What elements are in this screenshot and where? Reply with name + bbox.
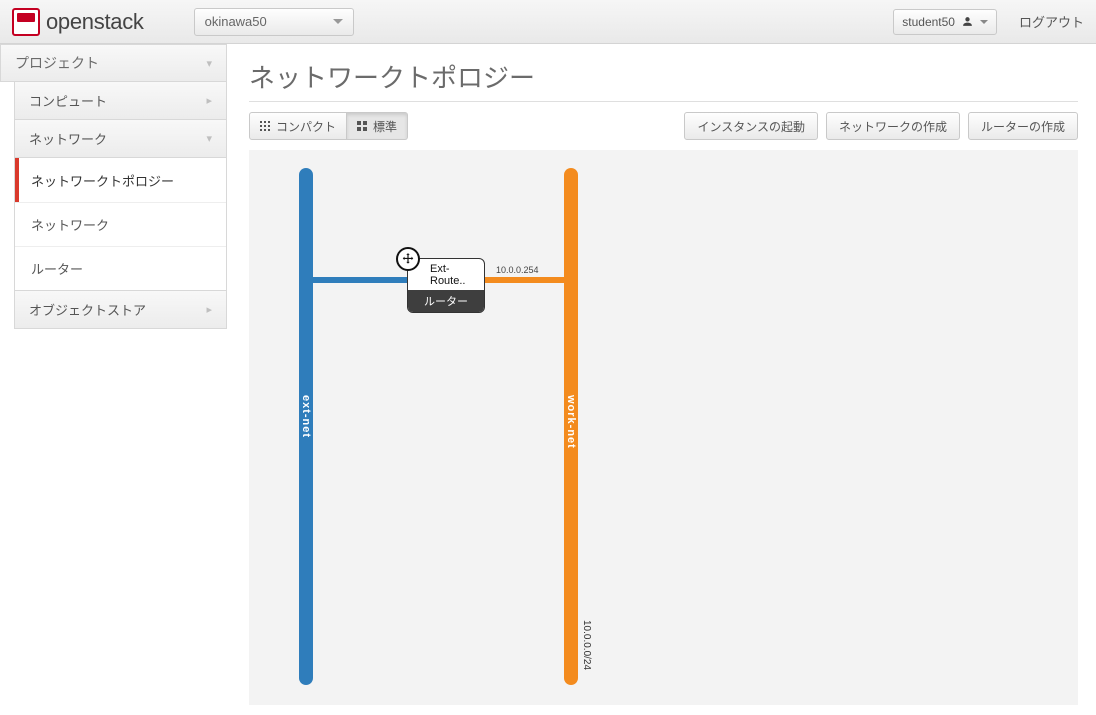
page-title: ネットワークトポロジー [249, 58, 1078, 95]
button-label: インスタンスの起動 [697, 118, 805, 135]
view-mode-toggle: コンパクト 標準 [249, 112, 408, 140]
network-label-work-net: work-net [565, 395, 577, 449]
sidebar-group-label: ネットワーク [29, 129, 107, 148]
grid-large-icon [357, 121, 367, 131]
sidebar-item-routers[interactable]: ルーター [15, 246, 226, 290]
openstack-logo-icon [12, 8, 40, 36]
view-compact-button[interactable]: コンパクト [249, 112, 347, 140]
user-name-label: student50 [902, 15, 955, 29]
router-link-work-net [474, 277, 567, 283]
topology-canvas[interactable]: ext-net work-net 10.0.0.0/24 10.0.0.254 … [249, 150, 1078, 705]
sidebar-group-network-items: ネットワークトポロジー ネットワーク ルーター [14, 158, 227, 291]
logout-link[interactable]: ログアウト [1019, 12, 1084, 31]
view-compact-label: コンパクト [276, 118, 336, 135]
router-name-label: Ext-Route.. [408, 259, 484, 290]
brand-logo[interactable]: openstack [12, 8, 144, 36]
router-link-ext-net [312, 277, 412, 283]
chevron-down-icon [333, 19, 343, 24]
view-normal-label: 標準 [373, 118, 397, 135]
sidebar-group-label: コンピュート [29, 91, 107, 110]
view-normal-button[interactable]: 標準 [347, 112, 408, 140]
router-type-label: ルーター [408, 290, 484, 312]
router-node[interactable]: Ext-Route.. ルーター [407, 258, 485, 313]
sidebar-group-object-store[interactable]: オブジェクトストア ▸ [14, 291, 227, 329]
project-selected-label: okinawa50 [205, 14, 267, 29]
sidebar-root-project[interactable]: プロジェクト ▾ [0, 44, 227, 82]
create-router-button[interactable]: ルーターの作成 [968, 112, 1078, 140]
user-icon [961, 15, 974, 28]
network-cidr-work-net: 10.0.0.0/24 [581, 620, 592, 670]
chevron-down-icon: ▾ [206, 132, 212, 145]
sidebar: プロジェクト ▾ コンピュート ▸ ネットワーク ▾ ネットワークトポロジー ネ… [0, 44, 227, 705]
sidebar-root-label: プロジェクト [15, 53, 99, 73]
user-menu[interactable]: student50 [893, 9, 997, 35]
grid-small-icon [260, 121, 270, 131]
network-label-ext-net: ext-net [300, 395, 312, 438]
router-interface-ip: 10.0.0.254 [496, 265, 539, 275]
sidebar-group-compute[interactable]: コンピュート ▸ [14, 82, 227, 120]
project-selector[interactable]: okinawa50 [194, 8, 354, 36]
divider [249, 101, 1078, 102]
chevron-down-icon: ▾ [206, 57, 212, 70]
sidebar-item-networks[interactable]: ネットワーク [15, 202, 226, 246]
sidebar-item-label: ネットワークトポロジー [31, 171, 174, 190]
button-label: ネットワークの作成 [839, 118, 947, 135]
chevron-right-icon: ▸ [206, 303, 212, 316]
brand-text: openstack [46, 9, 144, 35]
main-content: ネットワークトポロジー コンパクト 標準 インスタ [227, 44, 1096, 705]
button-label: ルーターの作成 [981, 118, 1065, 135]
toolbar: コンパクト 標準 インスタンスの起動 ネットワークの作成 ルーターの作成 [249, 112, 1078, 140]
sidebar-group-label: オブジェクトストア [29, 300, 146, 319]
sidebar-item-network-topology[interactable]: ネットワークトポロジー [15, 158, 226, 202]
sidebar-item-label: ルーター [31, 259, 83, 278]
launch-instance-button[interactable]: インスタンスの起動 [684, 112, 818, 140]
create-network-button[interactable]: ネットワークの作成 [826, 112, 960, 140]
chevron-right-icon: ▸ [206, 94, 212, 107]
sidebar-item-label: ネットワーク [31, 215, 109, 234]
sidebar-group-network[interactable]: ネットワーク ▾ [14, 120, 227, 158]
chevron-down-icon [980, 20, 988, 24]
